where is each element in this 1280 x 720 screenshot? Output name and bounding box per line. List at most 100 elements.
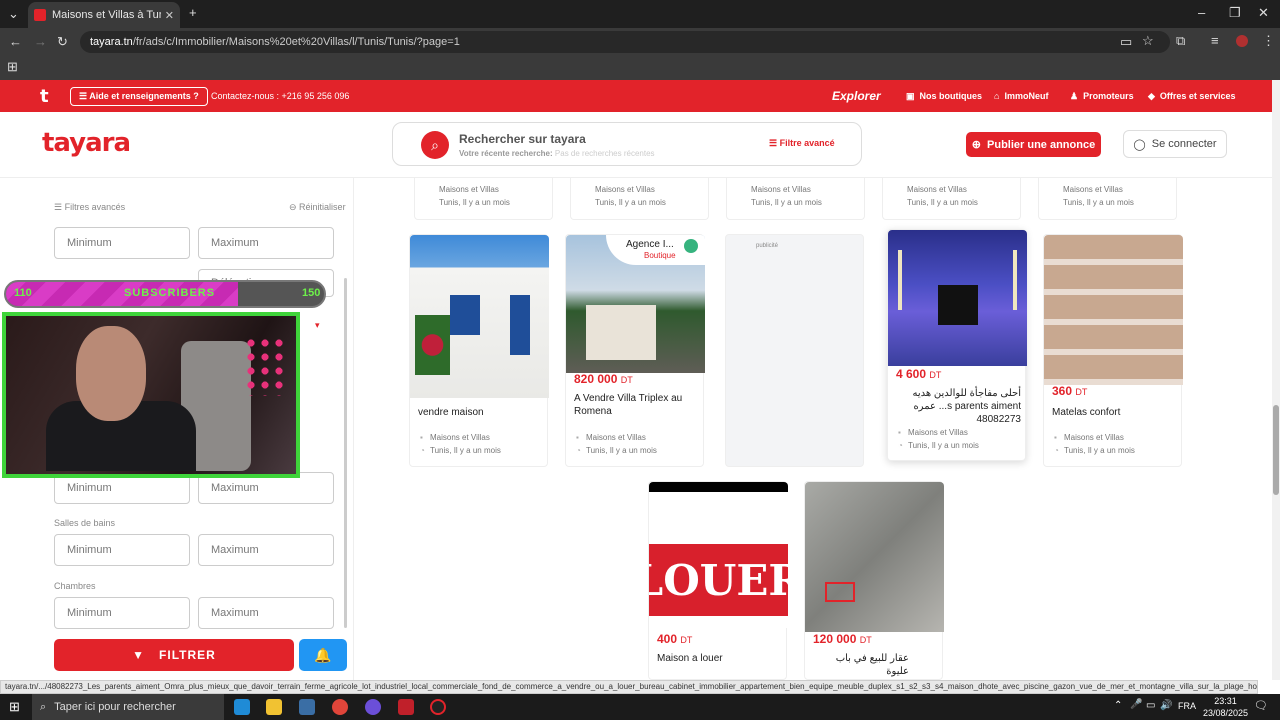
listing-image <box>1044 235 1183 385</box>
filter-button[interactable]: ▼ FILTRER <box>54 639 294 671</box>
obs-icon[interactable] <box>430 699 446 715</box>
advanced-filter-button[interactable]: ☰ Filtre avancé <box>769 138 835 149</box>
menu-icon[interactable]: ⋮ <box>1262 33 1275 49</box>
taskbar-search[interactable]: ⌕ Taper ici pour rechercher <box>32 694 224 720</box>
search-input[interactable]: Rechercher sur tayara <box>459 132 586 146</box>
page-scrollbar-thumb[interactable] <box>1273 405 1279 495</box>
boutiques-link[interactable]: ▣ Nos boutiques <box>906 80 982 112</box>
listing-card-partial[interactable]: Maisons et Villas Tunis, Il y a un mois <box>570 178 709 220</box>
listing-price: 4 600 <box>896 367 927 381</box>
bedrooms-max-input[interactable]: Maximum <box>198 597 334 629</box>
listing-card[interactable]: LOUER 400 DT Maison a louer <box>648 481 788 680</box>
ad-card[interactable]: publicité <box>725 234 864 467</box>
promoteurs-link[interactable]: ♟ Promoteurs <box>1070 80 1134 112</box>
windows-start-icon[interactable]: ⊞ <box>9 699 20 715</box>
browser-tab-bar: ⌄ Maisons et Villas à Tunis | Taya ✕ + –… <box>0 0 1280 28</box>
login-button[interactable]: ◯ Se connecter <box>1123 130 1227 158</box>
boutique-badge: Boutique <box>644 251 676 260</box>
bookmark-star-icon[interactable]: ☆ <box>1142 33 1154 49</box>
close-tab-icon[interactable]: ✕ <box>165 9 174 22</box>
listing-card[interactable]: Agence I... Boutique 820 000 DT A Vendre… <box>565 234 705 467</box>
minimize-icon[interactable]: – <box>1198 5 1205 20</box>
publish-label: Publier une annonce <box>987 138 1096 151</box>
listing-card-partial[interactable]: Maisons et Villas Tunis, Il y a un mois <box>726 178 865 220</box>
publish-ad-button[interactable]: ⊕ Publier une annonce <box>966 132 1101 157</box>
site-logo[interactable]: tayara <box>42 128 131 158</box>
listing-card-partial[interactable]: Maisons et Villas Tunis, Il y a un mois <box>414 178 553 220</box>
ad-label: publicité <box>756 243 779 249</box>
discord-icon[interactable] <box>365 699 381 715</box>
funnel-icon: ▼ <box>132 648 146 662</box>
listing-title[interactable]: vendre maison <box>418 406 543 419</box>
notifications-icon[interactable]: 🗨 <box>1254 699 1268 712</box>
network-icon[interactable]: ▭ <box>1146 700 1155 711</box>
forward-icon[interactable]: → <box>34 34 47 49</box>
chrome-icon[interactable] <box>332 699 348 715</box>
listing-card-partial[interactable]: Maisons et Villas Tunis, Il y a un mois <box>882 178 1021 220</box>
sidebar-scrollbar[interactable] <box>344 278 347 628</box>
search-icon[interactable]: ⌕ <box>421 131 449 159</box>
listing-price: 120 000 <box>813 632 857 646</box>
tray-chevron-icon[interactable]: ⌃ <box>1114 700 1122 711</box>
help-button[interactable]: ☰ Aide et renseignements ? <box>70 86 208 106</box>
edge-icon[interactable] <box>234 699 250 715</box>
tab-list-icon[interactable]: ⌄ <box>8 6 19 22</box>
bell-plus-icon: 🔔 <box>314 646 332 663</box>
listing-card-partial[interactable]: Maisons et Villas Tunis, Il y a un mois <box>1038 178 1177 220</box>
plus-circle-icon: ⊕ <box>971 139 982 151</box>
search-box[interactable]: ⌕ Rechercher sur tayara Votre récente re… <box>392 122 862 166</box>
microphone-icon[interactable]: 🎤 <box>1130 699 1142 710</box>
media-icon[interactable]: ≡ <box>1211 33 1219 48</box>
store-icon: ▣ <box>906 90 915 101</box>
listing-category: Maisons et Villas <box>576 433 646 442</box>
listing-card[interactable]: 4 600 DT أحلى مفاجأة للوالدين هديه عمره … <box>887 229 1027 461</box>
browser-tab[interactable]: Maisons et Villas à Tunis | Taya ✕ <box>28 2 180 28</box>
listing-title[interactable]: A Vendre Villa Triplex au Romena <box>574 392 699 418</box>
listing-location: Tunis, Il y a un mois <box>1063 198 1134 207</box>
save-alert-button[interactable]: 🔔 <box>299 639 347 671</box>
price-min-input[interactable]: Minimum <box>54 227 190 259</box>
extensions-icon[interactable]: ⧉ <box>1176 33 1185 49</box>
apps-grid-icon[interactable]: ⊞ <box>7 59 18 75</box>
page-scrollbar[interactable] <box>1272 80 1280 680</box>
url-field[interactable]: tayara.tn/fr/ads/c/Immobilier/Maisons%20… <box>80 31 1170 53</box>
listing-location: Tunis, Il y a un mois <box>751 198 822 207</box>
maximize-icon[interactable]: ❐ <box>1229 5 1241 21</box>
file-explorer-icon[interactable] <box>266 699 282 715</box>
profile-avatar[interactable] <box>1236 35 1248 47</box>
reload-icon[interactable]: ↻ <box>57 34 68 50</box>
bedrooms-min-input[interactable]: Minimum <box>54 597 190 629</box>
login-label: Se connecter <box>1151 138 1217 150</box>
system-clock[interactable]: 23:31 23/08/2025 <box>1203 695 1248 719</box>
listing-card[interactable]: 360 DT Matelas confort Maisons et Villas… <box>1043 234 1183 467</box>
volume-icon[interactable]: 🔊 <box>1160 700 1172 711</box>
advanced-filter-label: Filtre avancé <box>779 138 835 148</box>
listing-title[interactable]: Matelas confort <box>1052 406 1177 419</box>
language-indicator[interactable]: FRA <box>1178 701 1196 711</box>
listing-title[interactable]: أحلى مفاجأة للوالدين هديه عمره ...s pare… <box>896 387 1021 426</box>
store-icon[interactable] <box>299 699 315 715</box>
url-host: tayara.tn <box>90 36 133 48</box>
explorer-link[interactable]: Explorer <box>832 80 881 112</box>
offres-link[interactable]: ◆ Offres et services <box>1148 80 1235 112</box>
chevron-down-icon[interactable]: ▾ <box>315 320 320 331</box>
close-window-icon[interactable]: ✕ <box>1258 5 1269 21</box>
listing-title[interactable]: عقار للبيع في باب عليوة <box>813 652 909 678</box>
clock-date: 23/08/2025 <box>1202 708 1248 718</box>
bedrooms-label: Chambres <box>54 581 96 591</box>
install-icon[interactable]: ▭ <box>1120 34 1132 50</box>
immoneuf-link[interactable]: ⌂ ImmoNeuf <box>994 80 1048 112</box>
bathrooms-min-input[interactable]: Minimum <box>54 534 190 566</box>
price-max-input[interactable]: Maximum <box>198 227 334 259</box>
tayara-t-logo-icon[interactable]: t <box>40 80 49 112</box>
new-tab-icon[interactable]: + <box>189 5 197 20</box>
bathrooms-max-input[interactable]: Maximum <box>198 534 334 566</box>
tab-title: Maisons et Villas à Tunis | Taya <box>52 9 161 21</box>
back-icon[interactable]: ← <box>9 34 22 49</box>
reset-label: Réinitialiser <box>299 202 346 212</box>
listing-card[interactable]: vendre maison Maisons et Villas Tunis, I… <box>409 234 549 467</box>
listing-title[interactable]: Maison a louer <box>657 652 782 665</box>
listing-card[interactable]: 120 000 DT عقار للبيع في باب عليوة <box>804 481 944 680</box>
streaming-app-icon[interactable] <box>398 699 414 715</box>
reset-button[interactable]: ⊖ Réinitialiser <box>289 202 346 213</box>
